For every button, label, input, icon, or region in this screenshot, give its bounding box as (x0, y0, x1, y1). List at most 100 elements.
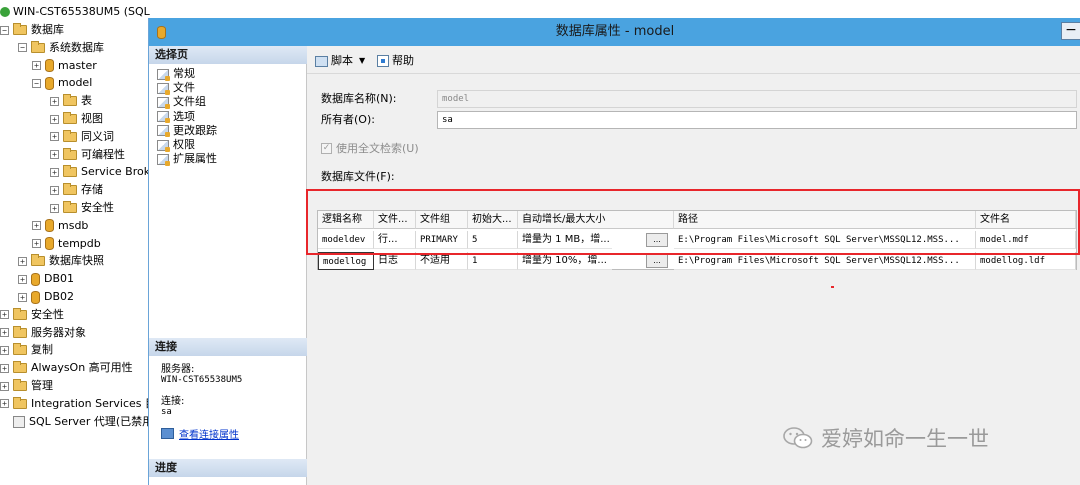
object-explorer: WIN-CST65538UM5 (SQL Server 12.0.2000 - … (0, 0, 150, 485)
page-item[interactable]: 权限 (157, 138, 195, 152)
collapse-icon[interactable]: − (18, 43, 27, 53)
expand-icon[interactable]: + (50, 114, 59, 124)
tree-node[interactable]: + 存储 (50, 181, 103, 199)
expand-icon[interactable]: + (50, 203, 59, 213)
connection-properties-icon (161, 428, 174, 439)
select-page-header: 选择页 (149, 46, 307, 64)
tree-node[interactable]: − 数据库 (0, 21, 64, 39)
grid-cell[interactable]: model.mdf (976, 231, 1076, 249)
script-button[interactable]: 脚本 ▼ (315, 53, 365, 69)
grid-cell[interactable]: 行... (374, 231, 416, 249)
grid-header-cell[interactable]: 路径 (674, 211, 976, 229)
expand-icon[interactable]: + (0, 310, 9, 320)
grid-cell[interactable]: modellog.ldf (976, 252, 1076, 270)
grid-cell[interactable]: 1 (468, 252, 518, 270)
tree-node[interactable]: + 安全性 (0, 306, 64, 324)
expand-icon[interactable]: + (0, 345, 9, 355)
grid-cell[interactable]: modeldev (318, 231, 374, 249)
expand-icon[interactable]: + (50, 132, 59, 142)
help-button[interactable]: 帮助 (377, 53, 414, 69)
tree-node[interactable]: + 表 (50, 92, 92, 110)
grid-cell[interactable]: 5 (468, 231, 518, 249)
expand-icon[interactable]: + (0, 328, 9, 338)
tree-node-label: 同义词 (81, 129, 114, 143)
tree-node[interactable]: + 可编程性 (50, 146, 125, 164)
page-item[interactable]: 文件 (157, 81, 195, 95)
grid-cell[interactable]: 不适用 (416, 252, 468, 270)
tree-node[interactable]: + DB01 (18, 270, 74, 288)
expand-icon[interactable]: + (50, 167, 59, 177)
tree-node[interactable]: − 系统数据库 (18, 39, 104, 57)
tree-node[interactable]: SQL Server 代理(已禁用 (0, 413, 150, 431)
grid-cell[interactable]: E:\Program Files\Microsoft SQL Server\MS… (674, 231, 976, 249)
tree-node[interactable]: + 安全性 (50, 199, 114, 217)
page-item[interactable]: 常规 (157, 67, 195, 81)
expand-icon[interactable]: + (0, 381, 9, 391)
autogrowth-ellipsis-button[interactable]: ... (646, 233, 668, 247)
expand-icon[interactable]: + (32, 61, 41, 71)
autogrowth-ellipsis-button[interactable]: ... (646, 254, 668, 268)
expand-icon[interactable]: + (0, 399, 9, 409)
expand-icon[interactable]: + (0, 363, 9, 373)
grid-cell[interactable]: PRIMARY (416, 231, 468, 249)
tree-node[interactable]: + tempdb (32, 235, 101, 253)
tree-node[interactable]: + 管理 (0, 377, 53, 395)
expand-icon[interactable]: + (50, 185, 59, 195)
tree-node-label: 安全性 (81, 201, 114, 214)
tree-node[interactable]: − model (32, 74, 92, 92)
owner-field[interactable]: sa (437, 111, 1077, 129)
dialog-titlebar[interactable]: 数据库属性 - model − (149, 18, 1080, 46)
tree-node[interactable]: + AlwaysOn 高可用性 (0, 359, 133, 377)
expand-icon[interactable]: + (50, 96, 59, 106)
grid-header-cell[interactable]: 逻辑名称 (318, 211, 374, 229)
server-value: WIN-CST65538UM5 (161, 375, 243, 385)
expand-icon[interactable]: + (18, 274, 27, 284)
connection-value: sa (161, 407, 172, 417)
page-item[interactable]: 选项 (157, 110, 195, 124)
collapse-icon[interactable]: − (0, 25, 9, 35)
page-item[interactable]: 文件组 (157, 95, 206, 109)
expand-icon[interactable]: + (50, 150, 59, 160)
tree-node[interactable]: + msdb (32, 217, 88, 235)
expand-icon[interactable]: + (32, 239, 41, 249)
chevron-down-icon[interactable]: ▼ (359, 53, 365, 69)
db-name-field: model (437, 90, 1077, 108)
red-dot-mark (831, 286, 834, 288)
db-name-label: 数据库名称(N): (321, 92, 397, 105)
grid-cell[interactable]: 增量为 1 MB，增... (518, 231, 612, 249)
grid-cell[interactable]: E:\Program Files\Microsoft SQL Server\MS… (674, 252, 976, 270)
server-label: 服务器: (161, 364, 195, 375)
tree-node[interactable]: + DB02 (18, 288, 74, 306)
view-connection-properties-link[interactable]: 查看连接属性 (161, 426, 239, 441)
page-item[interactable]: 更改跟踪 (157, 124, 217, 138)
expand-icon[interactable]: + (18, 256, 27, 266)
expand-icon[interactable]: + (32, 221, 41, 231)
grid-header-cell[interactable]: 文件组 (416, 211, 468, 229)
tree-node-label: 可编程性 (81, 147, 125, 161)
tree-node[interactable]: + 服务器对象 (0, 324, 86, 342)
grid-header-cell[interactable]: 自动增长/最大大小 (518, 211, 674, 229)
collapse-icon[interactable]: − (32, 78, 41, 88)
server-node[interactable]: WIN-CST65538UM5 (SQL Server 12.0.2000 - … (0, 4, 150, 20)
tree-node[interactable]: + 复制 (0, 341, 53, 359)
page-item[interactable]: 扩展属性 (157, 152, 217, 166)
minimize-button[interactable]: − (1061, 22, 1080, 40)
tree-node[interactable]: + Service Brok (50, 163, 150, 181)
grid-header-cell[interactable]: 初始大... (468, 211, 518, 229)
expand-icon[interactable]: + (18, 292, 27, 302)
tree-node[interactable]: + master (32, 57, 97, 75)
tree-node[interactable]: + Integration Services 目 (0, 395, 150, 413)
progress-header: 进度 (149, 459, 307, 477)
fulltext-checkbox-row[interactable]: ✓ 使用全文检索(U) (321, 140, 419, 156)
grid-cell[interactable]: 日志 (374, 252, 416, 270)
tree-node[interactable]: + 同义词 (50, 128, 114, 146)
fulltext-checkbox[interactable]: ✓ (321, 142, 332, 154)
grid-header-cell[interactable]: 文件名 (976, 211, 1076, 229)
grid-cell[interactable]: modellog (318, 252, 374, 270)
grid-header-cell[interactable]: 文件... (374, 211, 416, 229)
folder-icon (13, 307, 27, 320)
tree-node[interactable]: + 数据库快照 (18, 252, 104, 270)
tree-node[interactable]: + 视图 (50, 110, 103, 128)
owner-label: 所有者(O): (321, 113, 375, 126)
grid-cell[interactable]: 增量为 10%，增... (518, 252, 612, 270)
